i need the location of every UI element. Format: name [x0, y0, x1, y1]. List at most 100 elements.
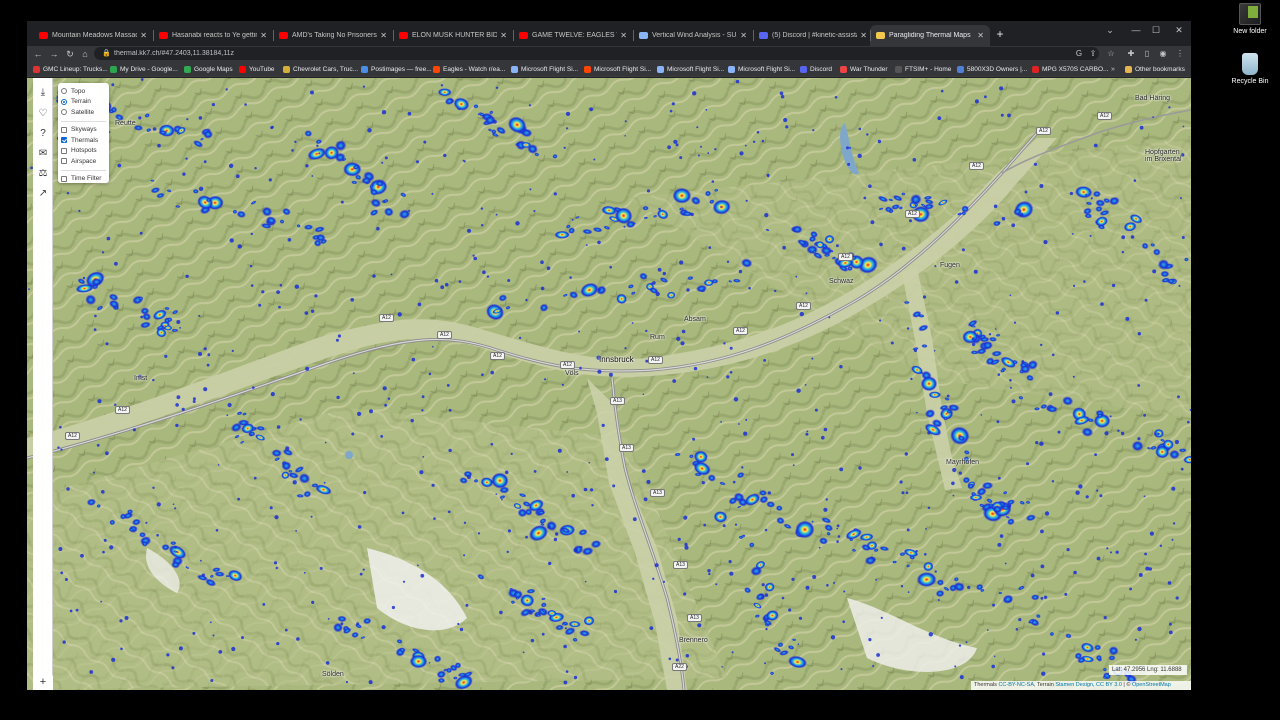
checkbox[interactable] [61, 137, 67, 144]
address-bar[interactable]: 🔒 [94, 47, 1099, 60]
close-icon[interactable]: ✕ [260, 31, 267, 40]
bookmark-star-icon[interactable]: ☆ [1105, 48, 1117, 60]
close-icon[interactable]: ✕ [740, 31, 747, 40]
thermal-dot [140, 315, 144, 319]
thermal-dot [608, 372, 613, 377]
bookmark-item[interactable]: GMC Lineup: Trucks... [33, 64, 108, 75]
bookmark-item[interactable]: 5800X3D Owners |... [957, 64, 1027, 75]
bookmark-item[interactable]: Eagles - Watch r/ea... [433, 64, 505, 75]
tab-4[interactable]: ELON MUSK HUNTER BIDEN CR ✕ [393, 25, 513, 46]
overlay-skyways[interactable]: Skyways [61, 125, 106, 136]
terrain-map-canvas[interactable] [27, 78, 1191, 690]
thermal-dot [1011, 223, 1016, 228]
bookmark-item[interactable]: YouTube [239, 64, 275, 75]
bookmark-item[interactable]: Chevrolet Cars, Truc... [283, 64, 358, 75]
close-icon[interactable]: ✕ [140, 31, 147, 40]
maximize-button[interactable]: ☐ [1145, 23, 1167, 37]
flight-sim-icon [511, 66, 518, 73]
thermal-dot [318, 152, 321, 155]
help-icon[interactable]: ? [36, 127, 50, 141]
close-window-button[interactable]: ✕ [1168, 23, 1190, 37]
radio-button[interactable] [61, 98, 67, 105]
bookmark-item[interactable]: Discord [800, 64, 832, 75]
profile-avatar-icon[interactable]: ◉ [1157, 48, 1169, 60]
bookmark-item[interactable]: FTSIM+ - Home [895, 64, 951, 75]
bookmark-item[interactable]: Microsoft Flight Si... [657, 64, 724, 75]
thermal-dot [316, 144, 319, 147]
thermal-map[interactable]: Reutte Imst Innsbruck Rum Absam Schwaz F… [27, 78, 1191, 690]
bookmark-item[interactable]: Google Maps [184, 64, 233, 75]
overlay-thermals[interactable]: Thermals [61, 135, 106, 146]
base-layer-satellite[interactable]: Satellite [61, 107, 106, 118]
share-icon[interactable]: ⇪ [1087, 48, 1099, 60]
desktop-icon-recycle-bin[interactable]: Recycle Bin [1228, 53, 1272, 85]
home-button[interactable]: ⌂ [78, 47, 92, 61]
thermal-dot [585, 244, 588, 247]
bookmark-item[interactable]: My Drive - Google... [110, 64, 178, 75]
road-shield: A12 [838, 253, 853, 261]
tab-5[interactable]: GAME TWELVE: EAGLES VS TE ✕ [513, 25, 633, 46]
mail-icon[interactable]: ✉ [36, 147, 50, 161]
url-input[interactable] [114, 48, 814, 59]
tab-6[interactable]: Vertical Wind Analysis - SU11 b ✕ [633, 25, 753, 46]
close-icon[interactable]: ✕ [860, 31, 867, 40]
zoom-in-button[interactable]: + [33, 675, 53, 690]
bookmark-item[interactable]: MPG X570S CARBO... [1032, 64, 1108, 75]
menu-kebab-icon[interactable]: ⋮ [1174, 48, 1186, 60]
radio-button[interactable] [61, 109, 67, 116]
thermal-dot [728, 560, 732, 564]
reload-button[interactable]: ↻ [63, 47, 77, 61]
checkbox[interactable] [61, 147, 67, 154]
heart-icon[interactable]: ♡ [36, 107, 50, 121]
thermal-dot [745, 418, 748, 421]
tab-search-icon[interactable]: ⌄ [1099, 23, 1121, 37]
thermal-dot [295, 530, 297, 532]
close-icon[interactable]: ✕ [620, 31, 627, 40]
checkbox[interactable] [61, 158, 67, 165]
checkbox[interactable] [61, 126, 67, 133]
tab-2[interactable]: Hasanabi reacts to Ye getting R ✕ [153, 25, 273, 46]
google-lens-icon[interactable]: G [1073, 48, 1085, 60]
tab-7[interactable]: (5) Discord | #kinetic-assistant | A ✕ [753, 25, 873, 46]
attribution-link[interactable]: Stamen Design [1055, 682, 1093, 688]
attribution-link[interactable]: CC-BY-NC-SA [998, 682, 1034, 688]
tab-1[interactable]: Mountain Meadows Massacre - ✕ [33, 25, 153, 46]
bookmark-item[interactable]: Microsoft Flight Si... [511, 64, 578, 75]
attribution-link[interactable]: OpenStreetMap [1132, 682, 1171, 688]
bookmark-item[interactable]: Microsoft Flight Si... [584, 64, 651, 75]
tab-8-active[interactable]: Paragliding Thermal Maps ✕ [870, 25, 990, 46]
minimize-button[interactable]: — [1125, 23, 1147, 37]
thermal-dot [359, 572, 363, 576]
bookmarks-overflow-button[interactable]: » [1111, 64, 1115, 75]
thermal-dot [901, 246, 906, 251]
bookmark-item[interactable]: War Thunder [840, 64, 888, 75]
scales-icon[interactable]: ⚖ [36, 167, 50, 181]
side-panel-icon[interactable]: ▯ [1141, 48, 1153, 60]
chart-line-icon[interactable]: ↗ [36, 187, 50, 201]
overlay-hotspots[interactable]: Hotspots [61, 146, 106, 157]
attribution-link[interactable]: CC BY 3.0 [1096, 682, 1122, 688]
new-tab-button[interactable]: + [993, 27, 1007, 41]
extensions-icon[interactable]: ✚ [1125, 48, 1137, 60]
checkbox[interactable] [61, 175, 67, 182]
tab-3[interactable]: AMD's Taking No Prisoners - You ✕ [273, 25, 393, 46]
overlay-airspace[interactable]: Airspace [61, 156, 106, 167]
desktop-icon-new-folder[interactable]: New folder [1228, 3, 1272, 35]
bookmark-item[interactable]: Microsoft Flight Si... [728, 64, 795, 75]
thermal-dot [124, 616, 129, 620]
base-layer-terrain[interactable]: Terrain [61, 97, 106, 108]
time-filter-toggle[interactable]: Time Filter [61, 174, 106, 185]
bookmark-item[interactable]: Postimages — free... [361, 64, 432, 75]
forward-button[interactable]: → [47, 47, 61, 61]
other-bookmarks-folder[interactable]: Other bookmarks [1125, 64, 1185, 75]
close-icon[interactable]: ✕ [977, 31, 984, 40]
thermal-dot [720, 206, 722, 208]
radio-button[interactable] [61, 88, 67, 95]
thermal-dot [1085, 193, 1088, 196]
base-layer-topo[interactable]: Topo [61, 86, 106, 97]
close-icon[interactable]: ✕ [500, 31, 507, 40]
back-button[interactable]: ← [31, 47, 45, 61]
download-icon[interactable]: ⤓ [36, 86, 50, 100]
thermal-dot [1180, 467, 1184, 471]
close-icon[interactable]: ✕ [380, 31, 387, 40]
